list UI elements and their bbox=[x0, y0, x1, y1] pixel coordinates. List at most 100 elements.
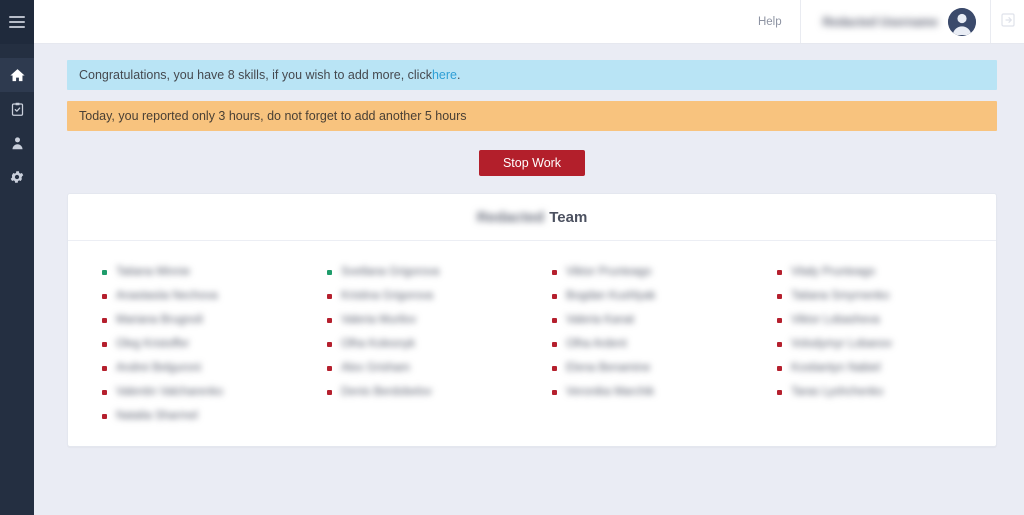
team-member-item[interactable]: Volodymyr Lobanov bbox=[777, 332, 982, 356]
team-member-name: Mariana Brugnoli bbox=[116, 314, 203, 326]
status-dot-offline bbox=[552, 341, 557, 347]
team-member-item[interactable]: Valeria Murilov bbox=[327, 308, 532, 332]
action-row: Stop Work bbox=[67, 131, 997, 193]
team-member-name: Anastasiia Nechova bbox=[116, 290, 218, 302]
status-dot-online bbox=[327, 269, 332, 275]
team-column: Viktor Prunteago Bogdan Kushlyak Valeria K… bbox=[532, 260, 757, 404]
skills-info-text-end: . bbox=[456, 68, 461, 82]
team-member-item[interactable]: Veronika Marchik bbox=[552, 380, 757, 404]
sign-out-icon bbox=[1000, 12, 1016, 31]
sidebar-nav bbox=[0, 58, 34, 194]
status-dot-offline bbox=[552, 269, 557, 275]
status-dot-offline bbox=[327, 293, 332, 299]
sidebar-menu-toggle[interactable] bbox=[0, 0, 34, 44]
team-member-item[interactable]: Olha Kolesnyk bbox=[327, 332, 532, 356]
home-icon bbox=[9, 67, 26, 84]
gear-icon bbox=[9, 169, 25, 185]
team-member-name: Natalia Sharmel bbox=[116, 410, 198, 422]
team-card-body: Tatiana Minnie Anastasiia Nechova Mariana … bbox=[68, 241, 996, 446]
sidebar-item-timesheet[interactable] bbox=[0, 92, 34, 126]
clipboard-check-icon bbox=[10, 101, 25, 117]
status-dot-offline bbox=[102, 413, 107, 419]
team-member-name: Veronika Marchik bbox=[566, 386, 655, 398]
status-dot-offline bbox=[777, 389, 782, 395]
team-member-item[interactable]: Oleg Kristoffer bbox=[102, 332, 307, 356]
team-card-header: Redacted Team bbox=[68, 194, 996, 241]
team-member-item[interactable]: Kristina Grigorova bbox=[327, 284, 532, 308]
team-member-name: Viktor Prunteago bbox=[566, 266, 652, 278]
team-member-name: Valeria Murilov bbox=[341, 314, 417, 326]
team-member-item[interactable]: Bogdan Kushlyak bbox=[552, 284, 757, 308]
status-dot-offline bbox=[552, 365, 557, 371]
status-dot-offline bbox=[777, 269, 782, 275]
sidebar-item-settings[interactable] bbox=[0, 160, 34, 194]
team-member-name: Taras Lyshchenko bbox=[791, 386, 884, 398]
team-member-grid: Tatiana Minnie Anastasiia Nechova Mariana … bbox=[82, 260, 982, 428]
team-member-item[interactable]: Mariana Brugnoli bbox=[102, 308, 307, 332]
stop-work-button[interactable]: Stop Work bbox=[478, 150, 586, 176]
team-member-item[interactable]: Andrei Belguroni bbox=[102, 356, 307, 380]
skills-info-text: Congratulations, you have 8 skills, if y… bbox=[79, 68, 432, 82]
team-member-item[interactable]: Vitaly Prunteago bbox=[777, 260, 982, 284]
sidebar-item-dashboard[interactable] bbox=[0, 58, 34, 92]
team-member-name: Olha Ardent bbox=[566, 338, 627, 350]
team-name-prefix: Redacted bbox=[476, 208, 545, 226]
user-icon bbox=[10, 135, 25, 151]
status-dot-offline bbox=[102, 365, 107, 371]
team-member-name: Volodymyr Lobanov bbox=[791, 338, 893, 350]
status-dot-offline bbox=[327, 341, 332, 347]
sidebar-item-profile[interactable] bbox=[0, 126, 34, 160]
user-name: Redacted Username bbox=[822, 14, 938, 29]
content-area: Congratulations, you have 8 skills, if y… bbox=[34, 44, 1024, 515]
team-member-name: Svetlana Grigorova bbox=[341, 266, 440, 278]
status-dot-offline bbox=[552, 389, 557, 395]
status-dot-offline bbox=[102, 341, 107, 347]
team-member-item[interactable]: Natalia Sharmel bbox=[102, 404, 307, 428]
team-member-name: Tatiana Minnie bbox=[116, 266, 191, 278]
status-dot-offline bbox=[777, 317, 782, 323]
team-member-item[interactable]: Alex Grisham bbox=[327, 356, 532, 380]
status-dot-offline bbox=[102, 293, 107, 299]
team-member-name: Vitaly Prunteago bbox=[791, 266, 876, 278]
team-member-item[interactable]: Tatiana Smyrnenko bbox=[777, 284, 982, 308]
help-link[interactable]: Help bbox=[740, 0, 800, 43]
team-column: Svetlana Grigorova Kristina Grigorova Vale… bbox=[307, 260, 532, 404]
status-dot-online bbox=[102, 269, 107, 275]
team-member-item[interactable]: Denis Berdobelov bbox=[327, 380, 532, 404]
main-area: Help Redacted Username Congratulations, … bbox=[34, 0, 1024, 515]
team-member-name: Elena Benamine bbox=[566, 362, 651, 374]
team-member-item[interactable]: Svetlana Grigorova bbox=[327, 260, 532, 284]
status-dot-offline bbox=[327, 317, 332, 323]
status-dot-offline bbox=[327, 389, 332, 395]
team-member-item[interactable]: Elena Benamine bbox=[552, 356, 757, 380]
team-member-item[interactable]: Taras Lyshchenko bbox=[777, 380, 982, 404]
hamburger-icon bbox=[9, 16, 25, 28]
team-member-item[interactable]: Anastasiia Nechova bbox=[102, 284, 307, 308]
avatar bbox=[948, 7, 976, 36]
hours-warning-banner: Today, you reported only 3 hours, do not… bbox=[67, 101, 997, 131]
add-skills-link[interactable]: here bbox=[432, 68, 457, 82]
logout-button[interactable] bbox=[992, 0, 1024, 43]
team-member-name: Bogdan Kushlyak bbox=[566, 290, 656, 302]
team-member-name: Olha Kolesnyk bbox=[341, 338, 416, 350]
status-dot-offline bbox=[102, 389, 107, 395]
team-member-item[interactable]: Viktor Prunteago bbox=[552, 260, 757, 284]
team-member-item[interactable]: Kostiantyn Nabiel bbox=[777, 356, 982, 380]
team-member-name: Andrei Belguroni bbox=[116, 362, 202, 374]
team-column: Tatiana Minnie Anastasiia Nechova Mariana … bbox=[82, 260, 307, 428]
team-member-item[interactable]: Viktor Lobasheva bbox=[777, 308, 982, 332]
team-member-name: Tatiana Smyrnenko bbox=[791, 290, 890, 302]
team-member-item[interactable]: Valeria Kanat bbox=[552, 308, 757, 332]
team-card-title: Redacted Team bbox=[477, 209, 588, 226]
team-member-name: Denis Berdobelov bbox=[341, 386, 432, 398]
app-root: Help Redacted Username Congratulations, … bbox=[0, 0, 1024, 515]
status-dot-offline bbox=[777, 365, 782, 371]
team-member-name: Valentin Valcharenko bbox=[116, 386, 223, 398]
team-member-item[interactable]: Olha Ardent bbox=[552, 332, 757, 356]
user-menu[interactable]: Redacted Username bbox=[799, 0, 991, 43]
team-member-item[interactable]: Valentin Valcharenko bbox=[102, 380, 307, 404]
team-member-name: Oleg Kristoffer bbox=[116, 338, 190, 350]
status-dot-offline bbox=[552, 293, 557, 299]
team-member-name: Alex Grisham bbox=[341, 362, 411, 374]
team-member-item[interactable]: Tatiana Minnie bbox=[102, 260, 307, 284]
